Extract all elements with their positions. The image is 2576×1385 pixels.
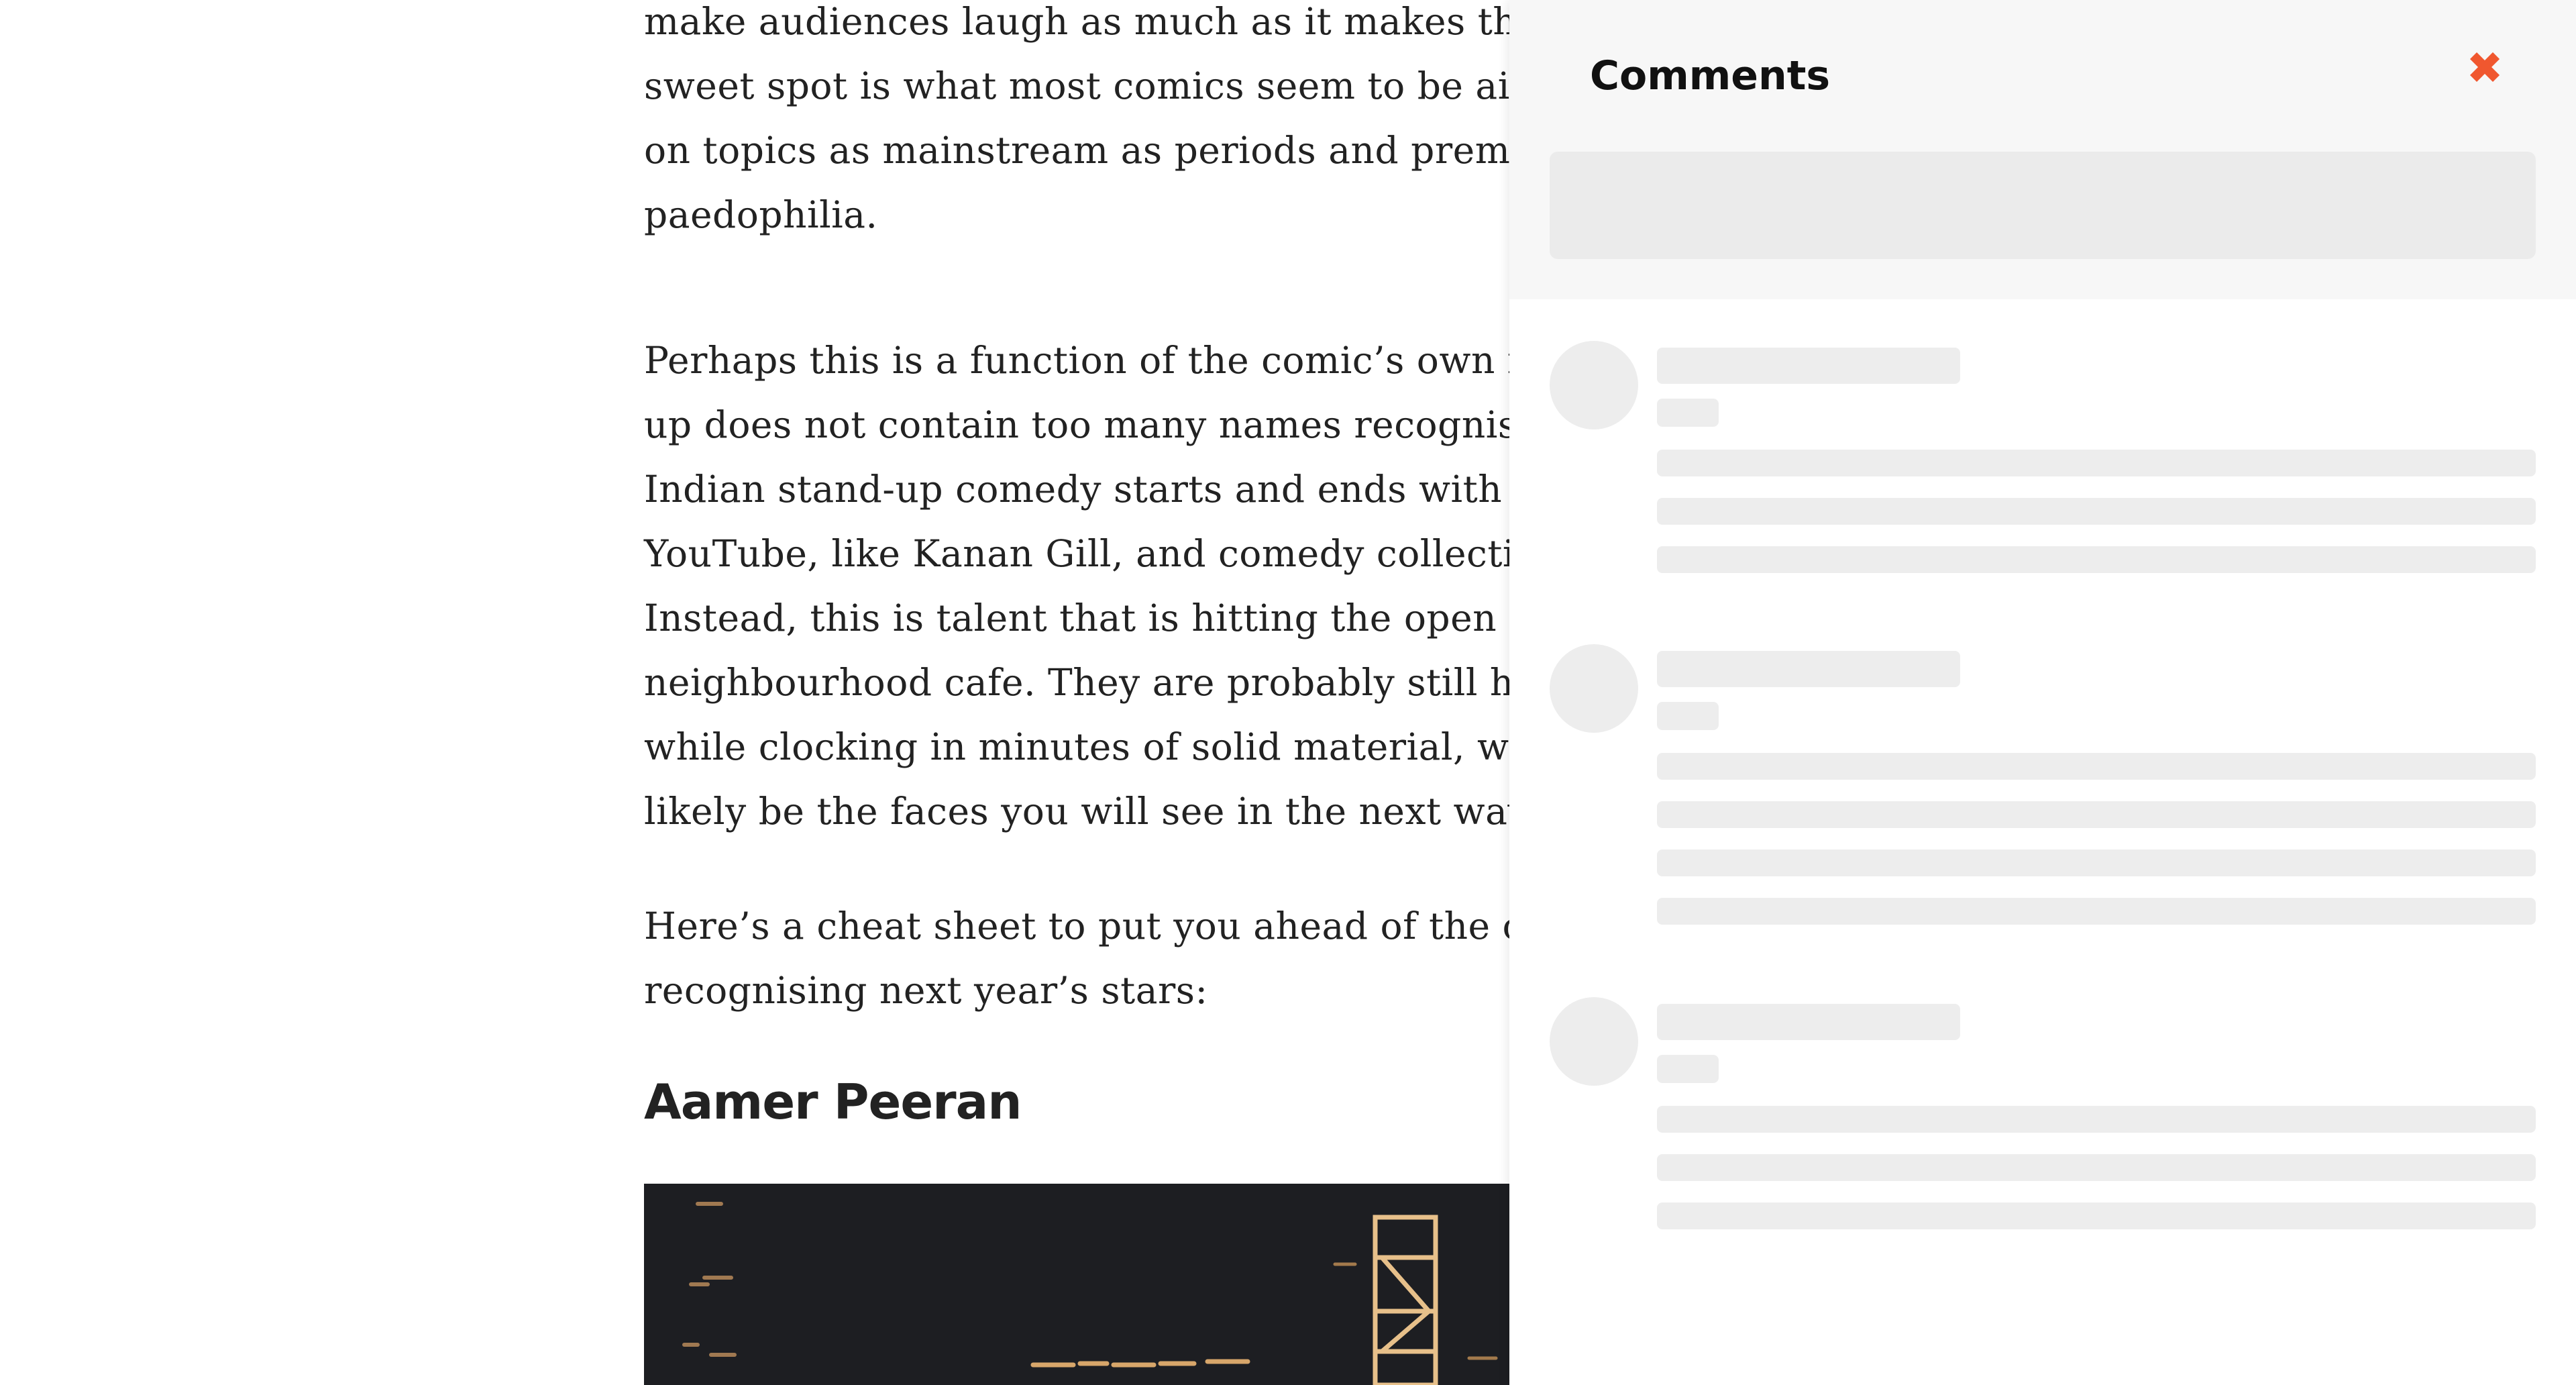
date-placeholder [1657,1055,1719,1083]
comment-input-placeholder [1550,152,2536,259]
text-line: on topics as mainstream as periods and p… [644,129,1601,172]
text-line-placeholder [1657,498,2536,525]
text-line-placeholder [1657,450,2536,476]
close-button[interactable]: ✖ [2461,44,2509,93]
text-line-placeholder [1657,898,2536,925]
close-icon: ✖ [2466,42,2504,94]
avatar-placeholder [1550,644,1638,733]
text-line-placeholder [1657,1154,2536,1181]
text-line-placeholder [1657,801,2536,828]
comments-header: Comments ✖ [1509,0,2576,299]
text-line: Instead, this is talent that is hitting … [644,597,1623,639]
text-line: sweet spot is what most comics seem to b… [644,64,1606,107]
text-line-placeholder [1657,850,2536,876]
text-line: neighbourhood cafe. They are probably st… [644,661,1609,704]
avatar-placeholder [1550,341,1638,429]
avatar-placeholder [1550,997,1638,1086]
text-line: up does not contain too many names recog… [644,403,1598,446]
panel-title: Comments [1590,52,1831,99]
author-placeholder [1657,348,1960,384]
comments-panel: Comments ✖ [1509,0,2576,1385]
article-paragraph: Here’s a cheat sheet to put you ahead of… [644,894,1609,1023]
text-line-placeholder [1657,1202,2536,1229]
section-heading: Aamer Peeran [644,1074,1022,1130]
text-line: Here’s a cheat sheet to put you ahead of… [644,905,1609,947]
text-line-placeholder [1657,753,2536,780]
text-line: Perhaps this is a function of the comic’… [644,339,1614,382]
stage-scaffolding-illustration [644,1184,1509,1385]
article-paragraph: make audiences laugh as much as it makes… [644,0,1611,247]
text-line: make audiences laugh as much as it makes… [644,0,1611,43]
article-photo [644,1184,1509,1385]
text-line: YouTube, like Kanan Gill, and comedy col… [644,532,1614,575]
text-line: while clocking in minutes of solid mater… [644,725,1611,768]
text-line: paedophilia. [644,193,878,236]
text-line: recognising next year’s stars: [644,969,1208,1012]
text-line: likely be the faces you will see in the … [644,790,1600,833]
author-placeholder [1657,1004,1960,1040]
date-placeholder [1657,399,1719,427]
text-line-placeholder [1657,546,2536,573]
article-paragraph: Perhaps this is a function of the comic’… [644,328,1623,843]
text-line: Indian stand-up comedy starts and ends w… [644,468,1609,511]
date-placeholder [1657,702,1719,730]
text-line-placeholder [1657,1106,2536,1133]
author-placeholder [1657,651,1960,687]
